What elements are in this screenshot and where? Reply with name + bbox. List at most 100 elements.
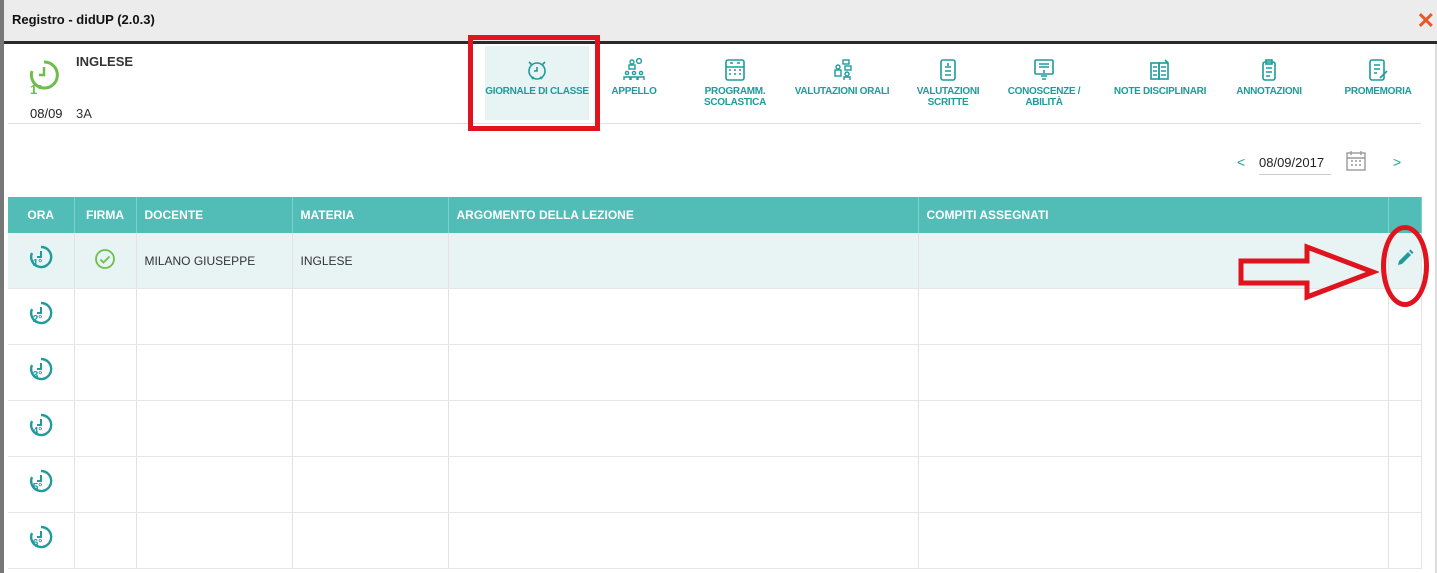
date-navigator: < > <box>1237 146 1417 180</box>
written-evaluation-icon <box>940 59 956 81</box>
hour-clock-icon: 6° <box>28 524 54 554</box>
tab-conoscenze-abilita[interactable]: CONOSCENZE / ABILITÀ <box>1004 46 1084 120</box>
lesson-topic-cell <box>448 512 919 569</box>
lesson-topic-cell <box>448 400 919 457</box>
next-day-button[interactable]: > <box>1393 154 1401 170</box>
calendar-program-icon <box>725 59 745 81</box>
window-title: Registro - didUP (2.0.3) <box>12 12 155 27</box>
subject-cell <box>292 512 449 569</box>
table-row[interactable]: 4° <box>8 400 1422 457</box>
signature-cell[interactable] <box>74 512 137 569</box>
tab-label: VALUTAZIONI ORALI <box>794 86 890 97</box>
hour-number: 1° <box>30 82 43 97</box>
tab-annotazioni[interactable]: ANNOTAZIONI <box>1232 46 1306 120</box>
actions-cell <box>1388 288 1422 345</box>
teacher-cell <box>136 400 293 457</box>
hour-number: 3° <box>32 370 43 381</box>
signature-cell[interactable] <box>74 233 137 289</box>
tab-giornale-di-classe[interactable]: GIORNALE DI CLASSE <box>485 46 589 120</box>
table-row[interactable]: 6° <box>8 512 1422 569</box>
tab-appello[interactable]: APPELLO <box>609 46 659 120</box>
column-header-firma: FIRMA <box>74 197 137 233</box>
tab-label: GIORNALE DI CLASSE <box>485 86 589 97</box>
column-header-materia: MATERIA <box>292 197 449 233</box>
subject-cell <box>292 288 449 345</box>
tab-label: VALUTAZIONI SCRITTE <box>916 86 980 108</box>
hour-number: 5° <box>32 482 43 493</box>
hour-number: 1° <box>32 258 43 269</box>
subject-cell: INGLESE <box>292 233 449 289</box>
hour-cell: 4° <box>8 400 75 457</box>
hour-cell: 5° <box>8 456 75 513</box>
knowledge-skills-icon <box>1034 59 1054 80</box>
annotations-icon <box>1262 59 1276 81</box>
column-header-actions <box>1388 197 1422 233</box>
class-name: 3A <box>76 106 92 121</box>
actions-cell <box>1388 344 1422 401</box>
oral-evaluation-icon <box>834 59 852 80</box>
main-toolbar: GIORNALE DI CLASSE APPELLO PROGRAMM. SCO… <box>474 44 1434 122</box>
lesson-topic-cell <box>448 344 919 401</box>
reminder-icon <box>1369 59 1388 81</box>
hour-cell: 3° <box>8 344 75 401</box>
check-circle-icon <box>95 249 115 269</box>
teacher-cell <box>136 512 293 569</box>
registro-window: Registro - didUP (2.0.3) ✕ 1° 08/09 INGL… <box>0 0 1437 573</box>
tab-valutazioni-orali[interactable]: VALUTAZIONI ORALI <box>792 46 892 120</box>
teacher-cell <box>136 344 293 401</box>
lesson-date: 08/09 <box>30 106 63 121</box>
teacher-cell: MILANO GIUSEPPE <box>136 233 293 289</box>
signature-cell[interactable] <box>74 456 137 513</box>
homework-cell <box>918 512 1389 569</box>
previous-day-button[interactable]: < <box>1237 154 1245 170</box>
hour-cell: 1° <box>8 233 75 289</box>
hour-clock-icon: 3° <box>28 356 54 386</box>
table-row[interactable]: 5° <box>8 456 1422 513</box>
date-field[interactable] <box>1259 150 1331 175</box>
hour-clock-icon: 4° <box>28 412 54 442</box>
column-header-docente: DOCENTE <box>136 197 293 233</box>
hour-number: 2° <box>32 314 43 325</box>
lesson-topic-cell <box>448 233 919 289</box>
tab-label: ANNOTAZIONI <box>1236 86 1302 97</box>
pencil-edit-icon[interactable] <box>1394 247 1416 269</box>
homework-cell <box>918 400 1389 457</box>
homework-cell <box>918 456 1389 513</box>
subject-cell <box>292 344 449 401</box>
calendar-icon[interactable] <box>1345 150 1367 172</box>
class-register-table: ORA FIRMA DOCENTE MATERIA ARGOMENTO DELL… <box>8 197 1422 569</box>
signature-cell[interactable] <box>74 344 137 401</box>
table-row[interactable]: 1° MILANO GIUSEPPE INGLESE <box>8 233 1422 289</box>
tab-label: CONOSCENZE / ABILITÀ <box>1007 86 1081 108</box>
column-header-compiti: COMPITI ASSEGNATI <box>918 197 1389 233</box>
signature-cell[interactable] <box>74 288 137 345</box>
hour-clock-icon: 5° <box>28 468 54 498</box>
tab-valutazioni-scritte[interactable]: VALUTAZIONI SCRITTE <box>912 46 984 120</box>
table-row[interactable]: 3° <box>8 344 1422 401</box>
tab-note-disciplinari[interactable]: NOTE DISCIPLINARI <box>1108 46 1212 120</box>
subject-cell <box>292 456 449 513</box>
tab-label: PROMEMORIA <box>1344 86 1412 97</box>
homework-cell <box>918 233 1389 289</box>
close-icon[interactable]: ✕ <box>1417 10 1435 32</box>
actions-cell <box>1388 512 1422 569</box>
tab-programmazione-scolastica[interactable]: PROGRAMM. SCOLASTICA <box>700 46 770 120</box>
tab-label: PROGRAMM. SCOLASTICA <box>703 86 766 108</box>
roll-call-icon <box>623 58 645 80</box>
tab-promemoria[interactable]: PROMEMORIA <box>1342 46 1414 120</box>
teacher-cell <box>136 456 293 513</box>
hour-clock-icon: 1° <box>28 244 54 274</box>
column-header-argomento: ARGOMENTO DELLA LEZIONE <box>448 197 919 233</box>
hour-number: 6° <box>32 538 43 549</box>
subject-name: INGLESE <box>76 54 134 69</box>
toolbar-divider <box>8 123 1421 124</box>
homework-cell <box>918 288 1389 345</box>
tab-label: NOTE DISCIPLINARI <box>1113 86 1207 97</box>
table-header-row: ORA FIRMA DOCENTE MATERIA ARGOMENTO DELL… <box>8 197 1422 233</box>
disciplinary-notes-icon <box>1150 59 1169 80</box>
table-row[interactable]: 2° <box>8 288 1422 345</box>
signature-cell[interactable] <box>74 400 137 457</box>
hour-number: 4° <box>32 426 43 437</box>
hour-cell: 6° <box>8 512 75 569</box>
hour-cell: 2° <box>8 288 75 345</box>
